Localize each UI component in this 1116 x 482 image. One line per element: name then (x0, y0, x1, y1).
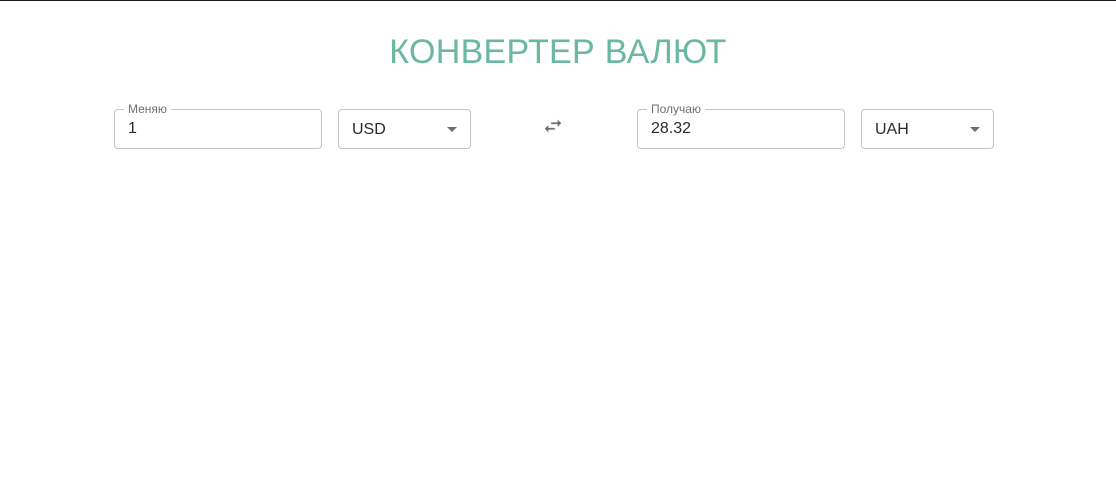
to-currency-select[interactable]: UAH (861, 109, 994, 149)
to-amount-label: Получаю (647, 102, 705, 116)
from-currency-select[interactable]: USD (338, 109, 471, 149)
to-amount-input[interactable] (651, 119, 831, 139)
arrow-drop-down-icon (970, 127, 980, 132)
swap-button[interactable] (536, 111, 570, 141)
from-amount-input[interactable] (128, 119, 308, 139)
to-currency-value: UAH (875, 121, 909, 138)
from-amount-label: Меняю (124, 102, 171, 116)
to-amount-field[interactable]: Получаю (637, 102, 845, 149)
converter-page: КОНВЕРТЕР ВАЛЮТ Меняю USD Получаю UAH (0, 0, 1116, 482)
swap-horiz-icon (544, 119, 562, 133)
from-currency-value: USD (352, 121, 386, 138)
page-title: КОНВЕРТЕР ВАЛЮТ (389, 33, 727, 71)
from-amount-field[interactable]: Меняю (114, 102, 322, 149)
arrow-drop-down-icon (447, 127, 457, 132)
